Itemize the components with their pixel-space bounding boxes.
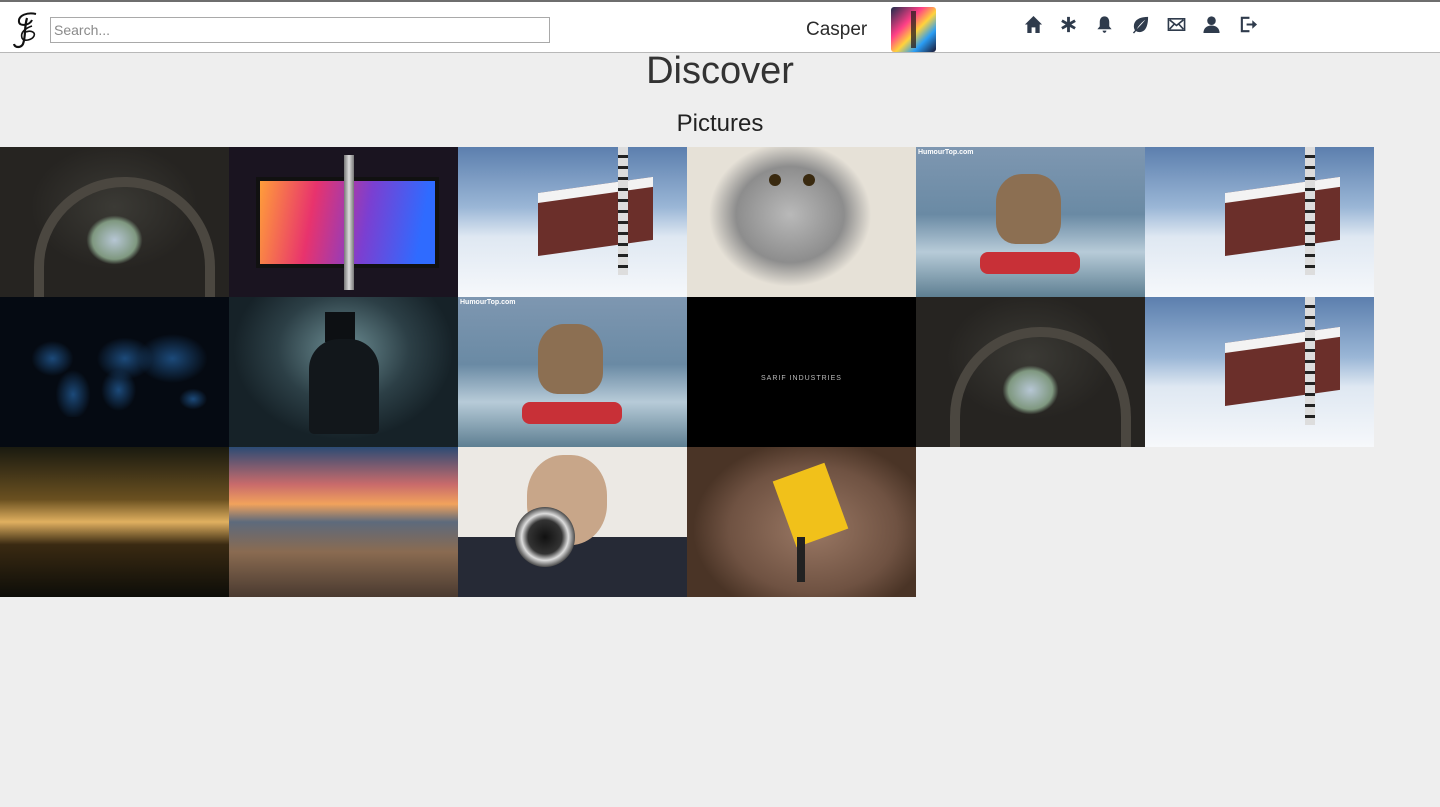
page-title: Discover bbox=[646, 50, 794, 92]
picture-tile[interactable] bbox=[229, 297, 458, 447]
picture-tile[interactable] bbox=[458, 447, 687, 597]
picture-tile[interactable]: HumourTop.com bbox=[916, 147, 1145, 297]
watermark-text: HumourTop.com bbox=[460, 299, 516, 306]
username-link[interactable]: Casper bbox=[806, 19, 867, 41]
picture-tile[interactable]: SARIF INDUSTRIES bbox=[687, 297, 916, 447]
logout-icon[interactable] bbox=[1237, 13, 1259, 35]
picture-tile[interactable] bbox=[0, 297, 229, 447]
picture-tile[interactable]: HumourTop.com bbox=[458, 297, 687, 447]
user-icon[interactable] bbox=[1200, 13, 1222, 35]
top-navbar: Casper bbox=[0, 0, 1440, 53]
picture-tile[interactable] bbox=[916, 297, 1145, 447]
search-input[interactable] bbox=[50, 17, 550, 43]
site-logo[interactable] bbox=[10, 10, 42, 50]
picture-tile[interactable] bbox=[229, 147, 458, 297]
picture-tile[interactable] bbox=[0, 147, 229, 297]
asterisk-icon[interactable] bbox=[1057, 13, 1079, 35]
bell-icon[interactable] bbox=[1093, 13, 1115, 35]
picture-tile[interactable] bbox=[687, 447, 916, 597]
picture-tile[interactable] bbox=[0, 447, 229, 597]
picture-grid: HumourTop.com HumourTop.com SARIF INDUST… bbox=[0, 147, 1374, 597]
home-icon[interactable] bbox=[1022, 13, 1044, 35]
section-title: Pictures bbox=[676, 110, 764, 137]
picture-tile[interactable] bbox=[229, 447, 458, 597]
picture-tile[interactable] bbox=[1145, 297, 1374, 447]
brand-text: SARIF INDUSTRIES bbox=[761, 375, 842, 382]
watermark-text: HumourTop.com bbox=[918, 149, 974, 156]
picture-tile[interactable] bbox=[1145, 147, 1374, 297]
picture-tile[interactable] bbox=[687, 147, 916, 297]
leaf-icon[interactable] bbox=[1129, 13, 1151, 35]
avatar[interactable] bbox=[891, 7, 936, 52]
envelope-icon[interactable] bbox=[1165, 13, 1187, 35]
picture-tile[interactable] bbox=[458, 147, 687, 297]
